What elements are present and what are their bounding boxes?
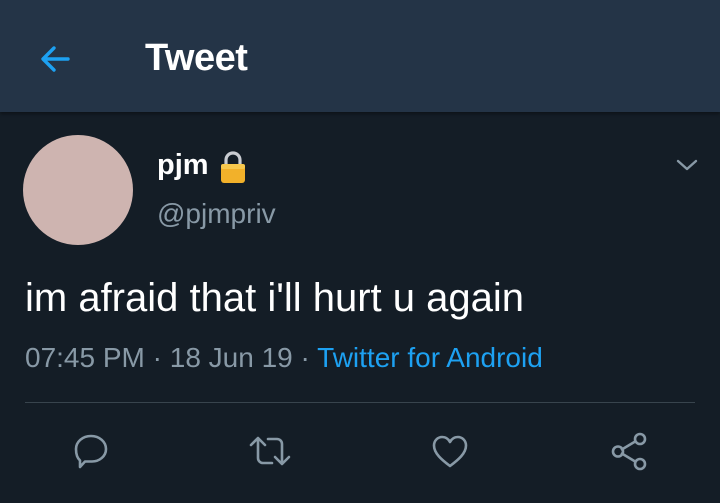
chevron-down-icon [676, 158, 698, 172]
retweet-button[interactable] [244, 425, 296, 477]
like-icon [430, 431, 470, 471]
meta-separator: · [152, 342, 162, 373]
retweet-icon [248, 431, 292, 471]
tweet-date: 18 Jun 19 [169, 342, 293, 373]
back-button[interactable] [30, 34, 80, 84]
reply-button[interactable] [65, 425, 117, 477]
top-app-bar: Tweet [0, 0, 720, 112]
tweet-menu-button[interactable] [670, 150, 704, 180]
reply-icon [71, 431, 111, 471]
like-button[interactable] [424, 425, 476, 477]
lock-icon [218, 149, 248, 185]
tweet-time: 07:45 PM [25, 342, 145, 373]
divider [25, 402, 695, 403]
tweet-actions [0, 425, 720, 477]
tweet-text: im afraid that i'll hurt u again [25, 276, 525, 320]
avatar[interactable] [23, 135, 133, 245]
user-handle[interactable]: @pjmpriv [157, 198, 276, 230]
arrow-left-icon [37, 41, 73, 77]
display-name[interactable]: pjm [157, 149, 209, 182]
page-title: Tweet [145, 37, 248, 79]
meta-separator: · [300, 342, 310, 373]
tweet-metadata: 07:45 PM · 18 Jun 19 · Twitter for Andro… [25, 342, 543, 374]
share-button[interactable] [603, 425, 655, 477]
tweet-source-link[interactable]: Twitter for Android [317, 342, 543, 373]
share-icon [609, 431, 649, 471]
